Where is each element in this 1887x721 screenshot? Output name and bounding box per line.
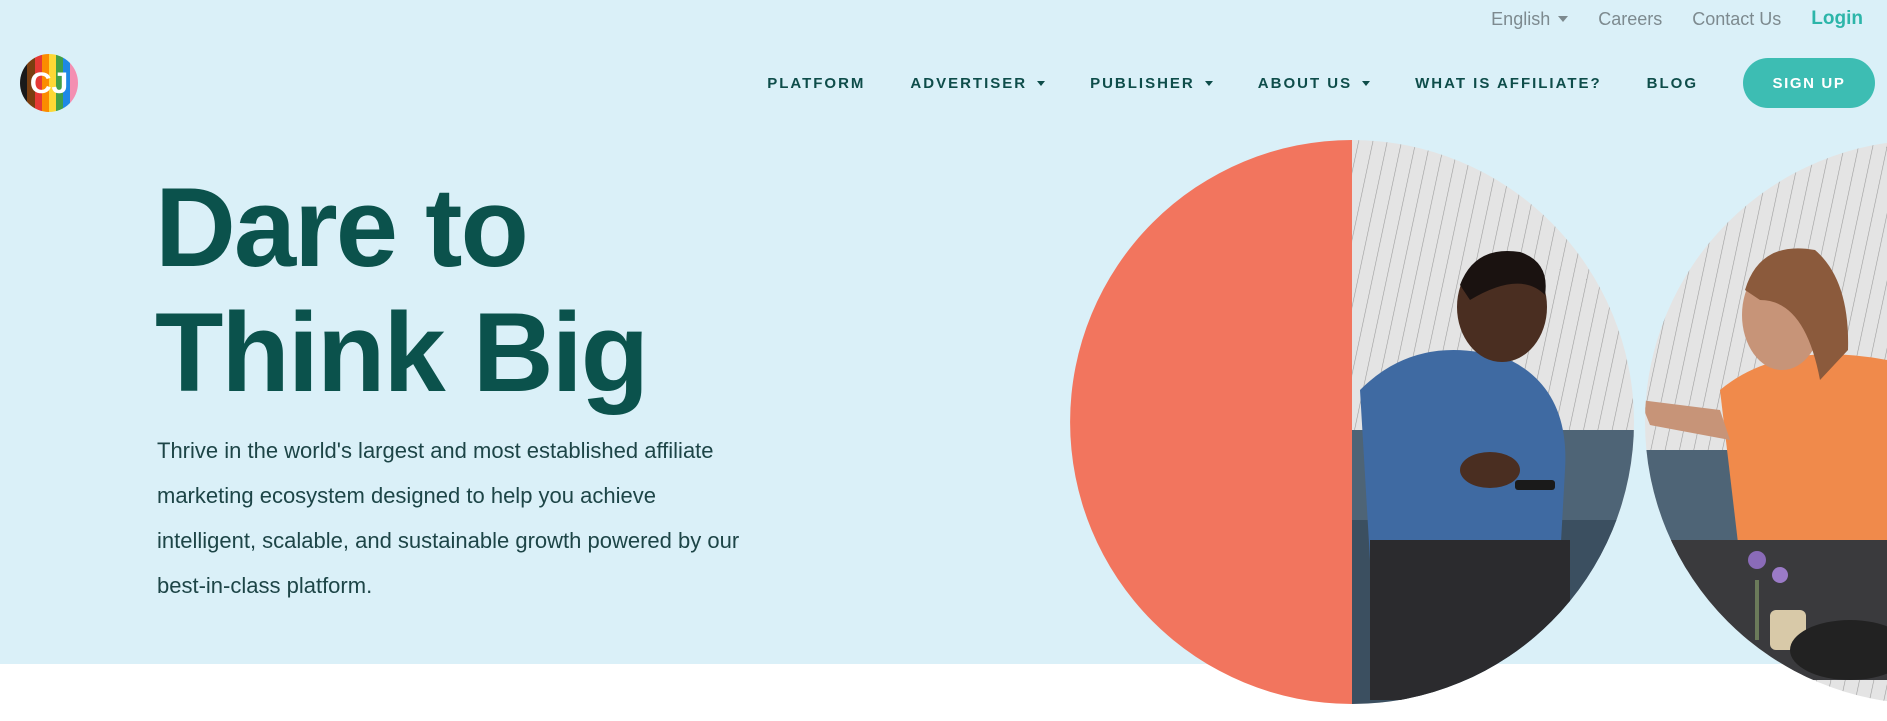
coral-half-circle — [1070, 140, 1352, 704]
hero-image — [1070, 140, 1887, 704]
